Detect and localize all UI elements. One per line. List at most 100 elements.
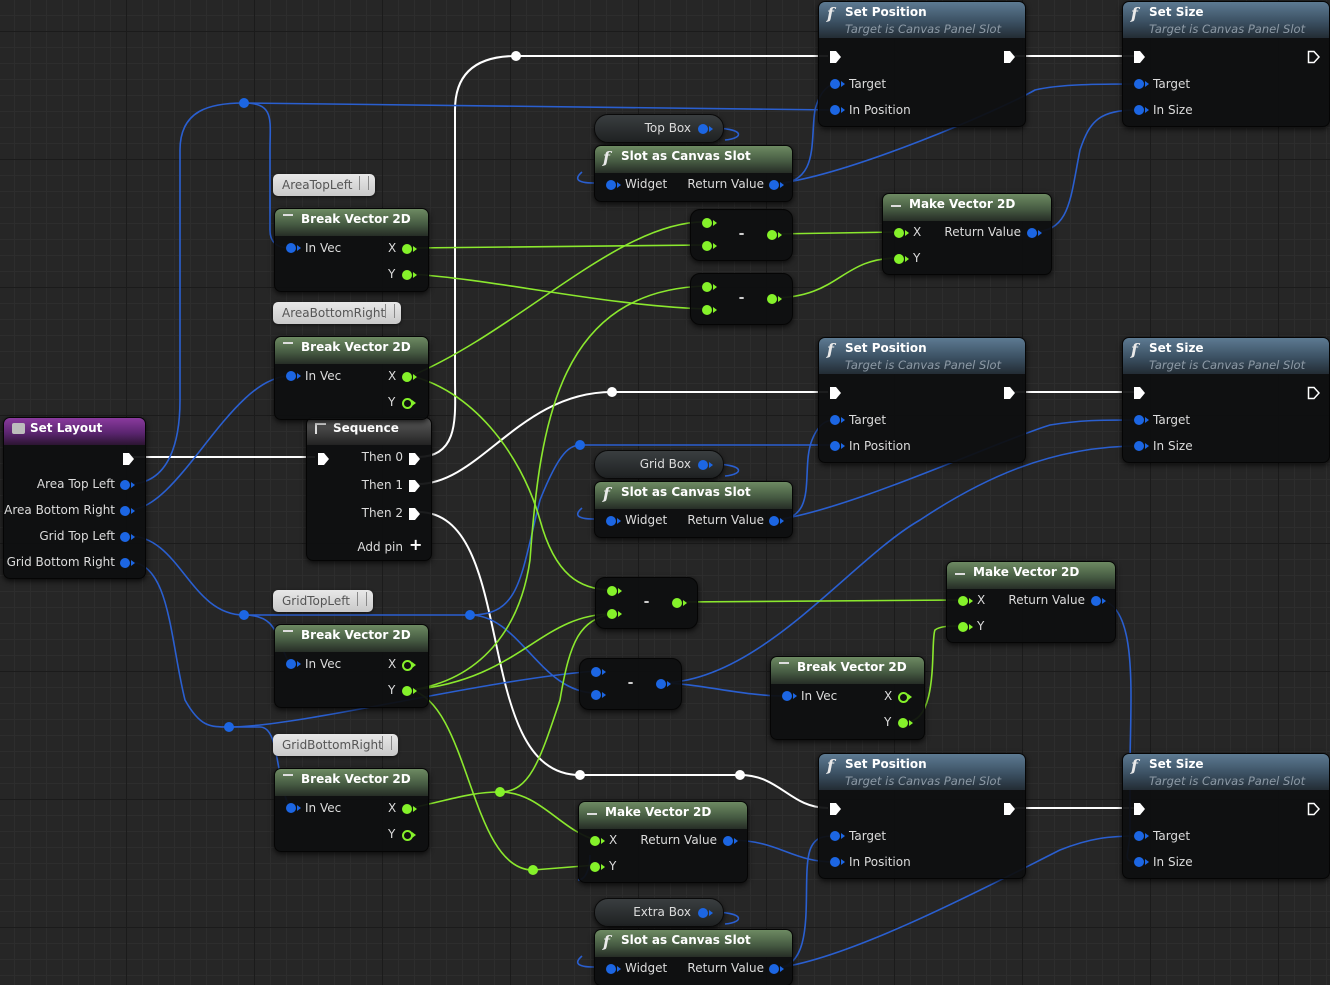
- widget-in-pin[interactable]: [606, 180, 621, 190]
- widget-in-pin[interactable]: [606, 964, 621, 974]
- in-vec-pin[interactable]: [782, 691, 797, 701]
- y-in-pin[interactable]: [590, 862, 605, 872]
- target-pin[interactable]: [1134, 415, 1149, 425]
- target-pin[interactable]: [1134, 79, 1149, 89]
- comment-grid-top-left[interactable]: GridTopLeft: [273, 590, 373, 612]
- y-out-pin[interactable]: [402, 830, 416, 841]
- return-value-pin[interactable]: [1091, 596, 1106, 606]
- x-label: X: [388, 657, 397, 671]
- set-size-node[interactable]: f Set Size Target is Canvas Panel Slot Tar…: [1122, 753, 1330, 879]
- widget-in-pin[interactable]: [606, 516, 621, 526]
- result-out-pin[interactable]: [767, 230, 782, 240]
- subtract-node[interactable]: -: [595, 577, 698, 629]
- y-label: Y: [609, 859, 617, 873]
- subtract-node[interactable]: -: [690, 209, 793, 261]
- y-out-pin[interactable]: [402, 686, 417, 696]
- result-out-pin[interactable]: [656, 679, 671, 689]
- sequence-node[interactable]: Sequence Then 0 Then 1 Then 2 Add pin +: [306, 417, 432, 561]
- return-value-pin[interactable]: [769, 964, 784, 974]
- return-value-pin[interactable]: [1027, 228, 1042, 238]
- return-value-pin[interactable]: [769, 180, 784, 190]
- break-vector-node[interactable]: Break Vector 2D In Vec X Y: [274, 768, 429, 852]
- comment-area-top-left[interactable]: AreaTopLeft: [273, 174, 375, 196]
- extra-box-variable[interactable]: Extra Box: [594, 898, 724, 927]
- set-position-node[interactable]: f Set Position Target is Canvas Panel Slot…: [818, 753, 1026, 879]
- in-size-pin[interactable]: [1134, 857, 1149, 867]
- target-pin[interactable]: [830, 79, 845, 89]
- set-position-node[interactable]: f Set Position Target is Canvas Panel Slot…: [818, 337, 1026, 463]
- break-vector-icon: [283, 214, 293, 222]
- top-box-variable[interactable]: Top Box: [594, 114, 724, 143]
- x-out-pin[interactable]: [898, 692, 912, 703]
- in-vec-pin[interactable]: [286, 659, 301, 669]
- x-in-pin[interactable]: [590, 836, 605, 846]
- set-layout-node[interactable]: Set Layout Area Top Left Area Bottom Rig…: [3, 417, 146, 579]
- return-value-label: Return Value: [687, 513, 764, 527]
- x-out-pin[interactable]: [402, 660, 416, 671]
- b-in-pin[interactable]: [702, 241, 717, 251]
- make-vector-node[interactable]: Make Vector 2D X Y Return Value: [946, 561, 1116, 643]
- add-pin-label[interactable]: Add pin: [357, 540, 403, 554]
- comment-area-bottom-right[interactable]: AreaBottomRight: [273, 302, 401, 324]
- then-0-label: Then 0: [361, 450, 403, 464]
- y-out-pin[interactable]: [898, 718, 913, 728]
- set-position-subtitle: Target is Canvas Panel Slot: [845, 774, 1002, 788]
- return-value-pin[interactable]: [723, 836, 738, 846]
- grid-box-variable[interactable]: Grid Box: [594, 450, 724, 479]
- make-vector-node[interactable]: Make Vector 2D X Y Return Value: [882, 193, 1052, 275]
- in-vec-pin[interactable]: [286, 803, 301, 813]
- comment-grid-bottom-right[interactable]: GridBottomRight: [273, 734, 398, 756]
- result-out-pin[interactable]: [672, 598, 687, 608]
- target-pin[interactable]: [1134, 831, 1149, 841]
- extra-box-pin[interactable]: [698, 908, 713, 918]
- area-bottom-right-pin[interactable]: [120, 506, 135, 516]
- blueprint-graph-canvas[interactable]: Set Layout Area Top Left Area Bottom Rig…: [0, 0, 1330, 985]
- slot-as-canvas-slot-node[interactable]: f Slot as Canvas Slot Widget Return Value: [594, 145, 793, 202]
- in-position-pin[interactable]: [830, 857, 845, 867]
- y-out-pin[interactable]: [402, 398, 416, 409]
- top-box-pin[interactable]: [698, 124, 713, 134]
- slot-as-canvas-slot-node[interactable]: f Slot as Canvas Slot Widget Return Value: [594, 929, 793, 985]
- break-vector-node[interactable]: Break Vector 2D In Vec X Y: [274, 336, 429, 420]
- subtract-node[interactable]: -: [579, 658, 682, 710]
- x-out-pin[interactable]: [402, 804, 417, 814]
- break-vector-node[interactable]: Break Vector 2D In Vec X Y: [770, 656, 925, 740]
- return-value-pin[interactable]: [769, 516, 784, 526]
- b-in-pin[interactable]: [702, 305, 717, 315]
- x-in-pin[interactable]: [958, 596, 973, 606]
- break-vector-node[interactable]: Break Vector 2D In Vec X Y: [274, 624, 429, 708]
- in-vec-pin[interactable]: [286, 243, 301, 253]
- target-pin[interactable]: [830, 831, 845, 841]
- y-out-pin[interactable]: [402, 270, 417, 280]
- in-position-pin[interactable]: [830, 105, 845, 115]
- slot-as-canvas-slot-node[interactable]: f Slot as Canvas Slot Widget Return Value: [594, 481, 793, 538]
- top-box-label: Top Box: [644, 121, 691, 135]
- grid-box-pin[interactable]: [698, 460, 713, 470]
- x-out-pin[interactable]: [402, 372, 417, 382]
- make-vector-node[interactable]: Make Vector 2D X Y Return Value: [578, 801, 748, 883]
- b-in-pin[interactable]: [591, 690, 606, 700]
- x-out-pin[interactable]: [402, 244, 417, 254]
- grid-top-left-pin[interactable]: [120, 532, 135, 542]
- in-size-pin[interactable]: [1134, 441, 1149, 451]
- add-pin-icon[interactable]: +: [409, 535, 422, 554]
- b-in-pin[interactable]: [607, 609, 622, 619]
- y-in-pin[interactable]: [894, 254, 909, 264]
- set-position-node[interactable]: f Set Position Target is Canvas Panel Slot…: [818, 1, 1026, 127]
- in-size-pin[interactable]: [1134, 105, 1149, 115]
- area-top-left-pin[interactable]: [120, 480, 135, 490]
- grid-bottom-right-pin[interactable]: [120, 558, 135, 568]
- widget-label: Widget: [625, 961, 668, 975]
- in-position-pin[interactable]: [830, 441, 845, 451]
- function-icon: f: [603, 148, 610, 167]
- break-vector-node[interactable]: Break Vector 2D In Vec X Y: [274, 208, 429, 292]
- function-icon: f: [603, 932, 610, 951]
- x-in-pin[interactable]: [894, 228, 909, 238]
- in-vec-pin[interactable]: [286, 371, 301, 381]
- set-size-node[interactable]: f Set Size Target is Canvas Panel Slot Tar…: [1122, 337, 1330, 463]
- result-out-pin[interactable]: [767, 294, 782, 304]
- set-size-node[interactable]: f Set Size Target is Canvas Panel Slot Tar…: [1122, 1, 1330, 127]
- y-in-pin[interactable]: [958, 622, 973, 632]
- target-pin[interactable]: [830, 415, 845, 425]
- subtract-node[interactable]: -: [690, 273, 793, 325]
